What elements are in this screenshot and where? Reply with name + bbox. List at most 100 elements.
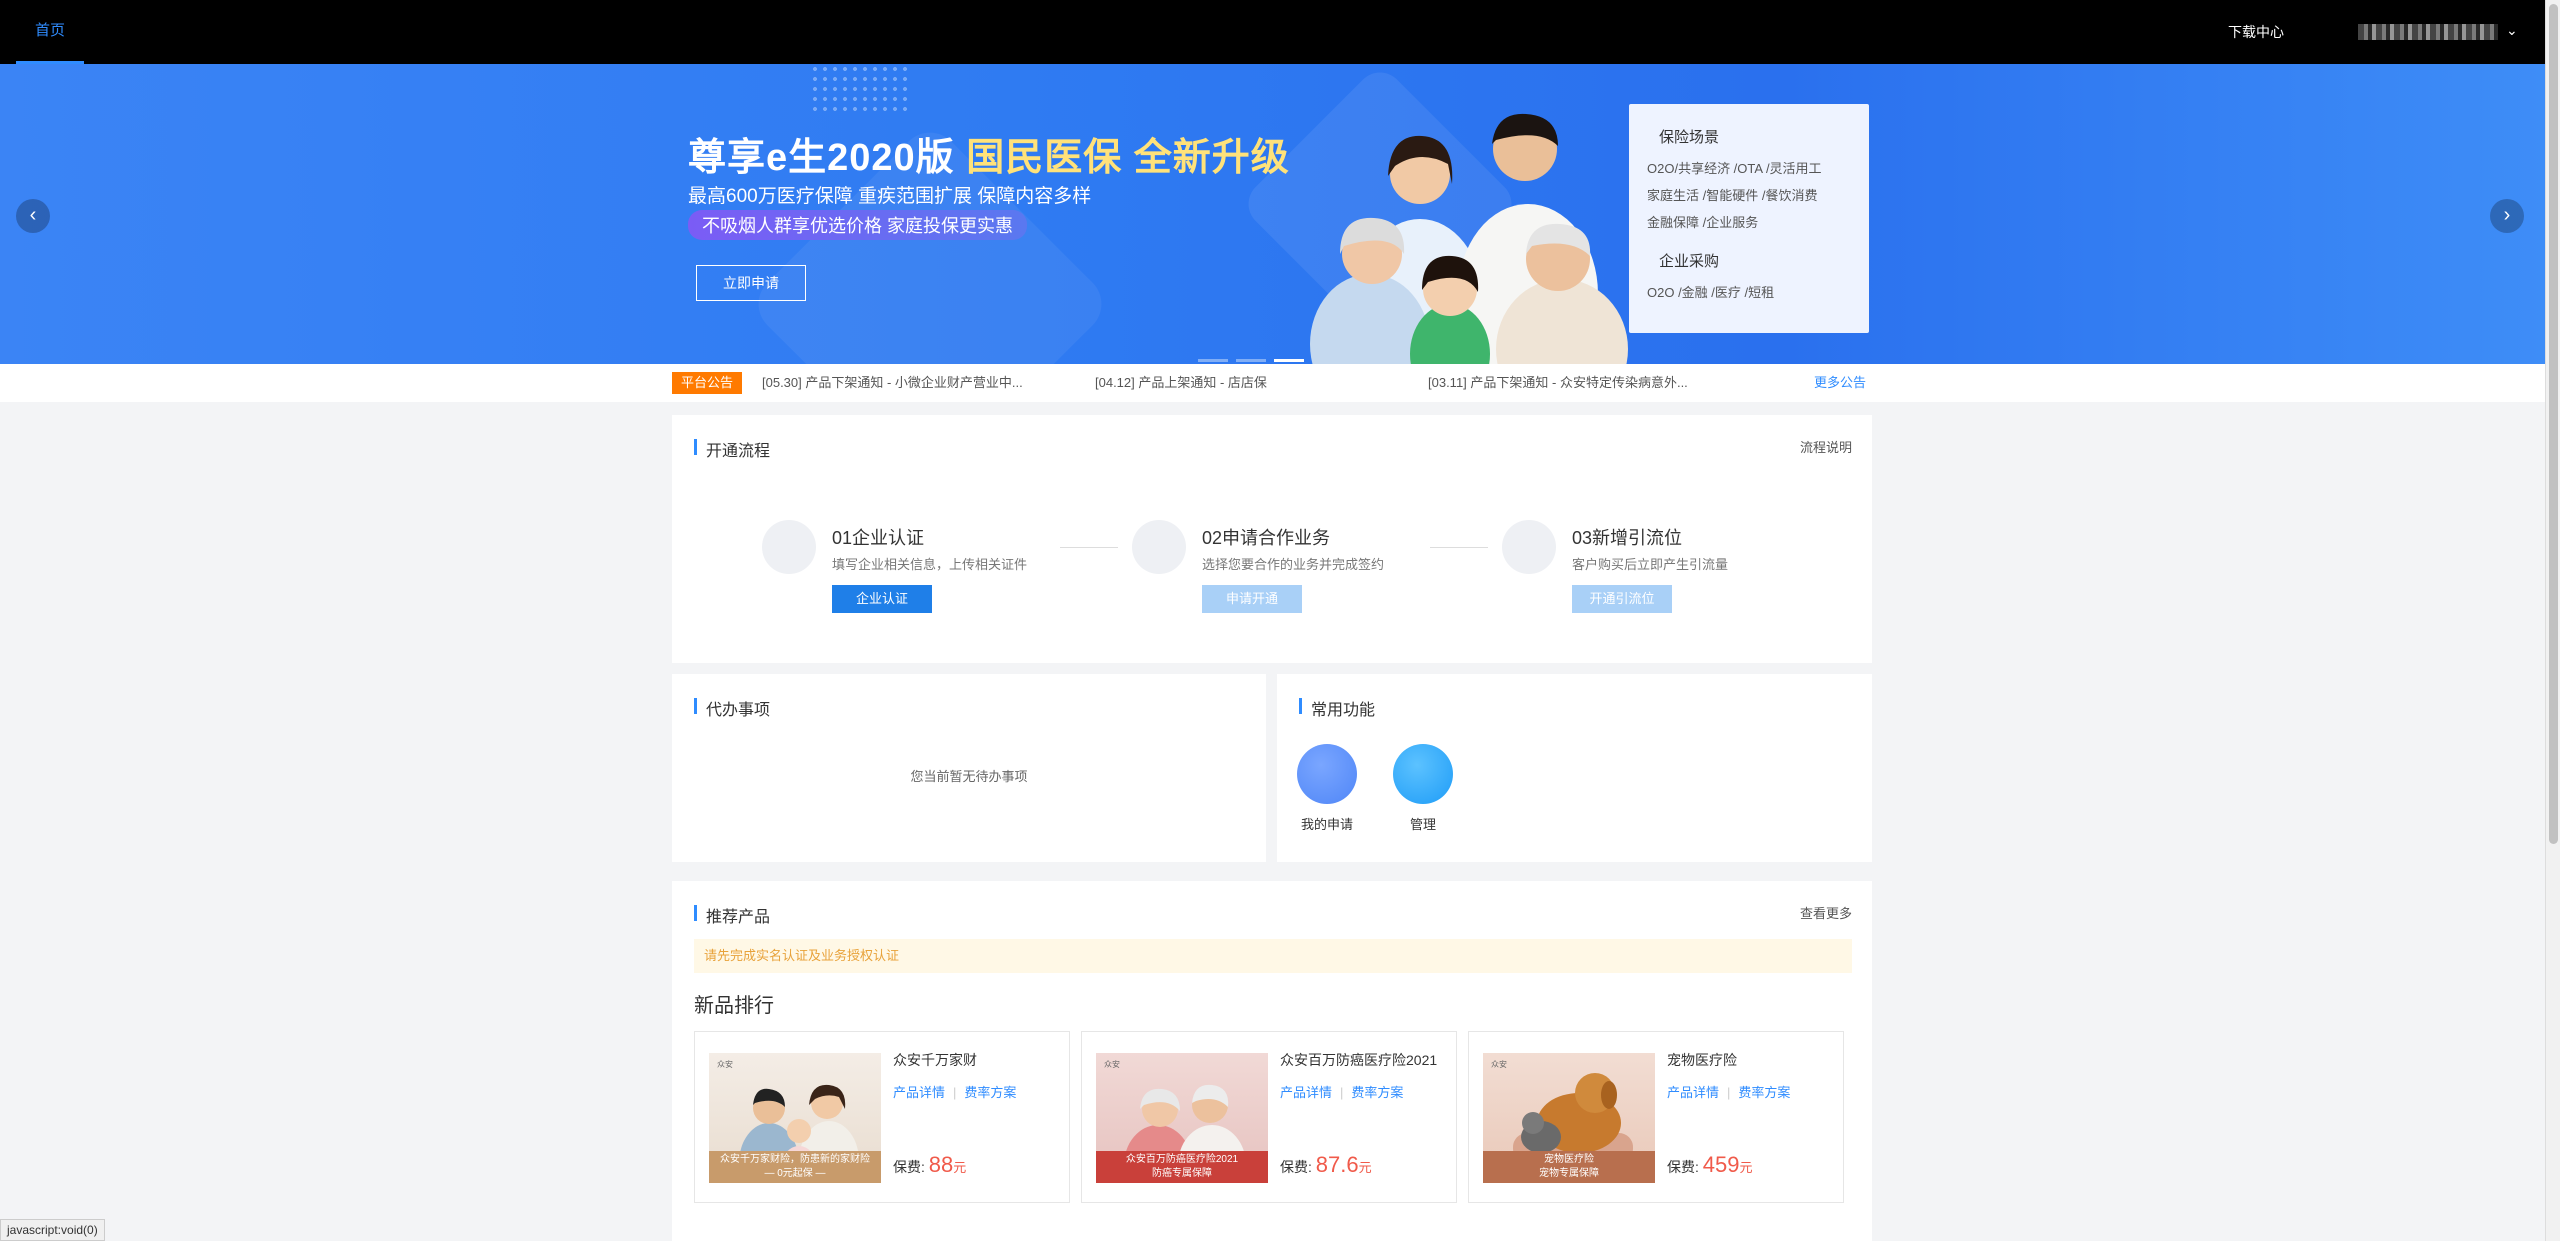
banner-pill: 不吸烟人群享优选价格 家庭投保更实惠 [688, 210, 1027, 240]
onboarding-process-card: 开通流程 流程说明 01企业认证 填写企业相关信息，上传相关证件 企业认证 02… [672, 415, 1872, 663]
nav-home-tab[interactable]: 首页 [16, 0, 84, 64]
shortcut-label: 我的申请 [1300, 817, 1353, 832]
scrollbar-thumb[interactable] [2549, 4, 2558, 844]
price-label: 保费: [893, 1159, 929, 1175]
company-verify-button[interactable]: 企业认证 [832, 585, 932, 613]
scene-line: O2O/共享经济 /OTA /灵活用工 [1647, 161, 1822, 176]
scene-heading-insurance: 保险场景 [1659, 129, 1720, 146]
product-caption: 众安百万防癌医疗险2021 防癌专属保障 [1096, 1151, 1268, 1183]
scene-line: 家庭生活 /智能硬件 /餐饮消费 [1647, 188, 1818, 203]
product-image[interactable]: 众安 众安千万家财险，防患新的家财险 — 0元起保 — [709, 1053, 881, 1183]
apply-now-button[interactable]: 立即申请 [696, 265, 806, 301]
rate-plan-link[interactable]: 费率方案 [1738, 1085, 1790, 1100]
common-functions-card: 常用功能 我的申请 管理 [1277, 674, 1872, 862]
promo-banner: 尊享e生2020版 国民医保 全新升级 最高600万医疗保障 重疾范围扩展 保障… [0, 64, 2545, 364]
product-card[interactable]: 众安 众安百万防癌医疗险2021 防癌专属保障 众安百万防癌医疗险2021 产品详… [1081, 1031, 1457, 1203]
new-ranking-title: 新品排行 [694, 995, 774, 1017]
user-name-blurred[interactable] [2358, 24, 2498, 40]
step-icon [1502, 520, 1556, 574]
product-caption: 宠物医疗险 宠物专属保障 [1483, 1151, 1655, 1183]
product-name[interactable]: 众安千万家财 [893, 1050, 977, 1070]
price-unit: 元 [953, 1160, 967, 1175]
announcement-item[interactable]: [04.12] 产品上架通知 - 店店保 [1095, 364, 1267, 402]
product-links: 产品详情 | 费率方案 [893, 1082, 1016, 1101]
applications-icon[interactable] [1297, 744, 1357, 804]
view-more-link[interactable]: 查看更多 [1800, 903, 1852, 922]
link-separator: | [1340, 1085, 1344, 1100]
banner-dot[interactable] [1236, 359, 1266, 362]
step-name: 03新增引流位 [1572, 528, 1683, 548]
product-price: 保费: 459元 [1667, 1152, 1753, 1178]
product-links: 产品详情 | 费率方案 [1280, 1082, 1403, 1101]
step-description: 填写企业相关信息，上传相关证件 [832, 557, 1028, 572]
announcement-tag: 平台公告 [672, 372, 742, 394]
rate-plan-link[interactable]: 费率方案 [964, 1085, 1016, 1100]
link-separator: | [1727, 1085, 1731, 1100]
recommended-products-card: 推荐产品 查看更多 请先完成实名认证及业务授权认证 新品排行 众安 众安千万家财… [672, 881, 1872, 1241]
banner-title-part: 尊享e生2020版 [688, 137, 967, 179]
banner-prev-arrow-icon[interactable]: ‹ [16, 199, 50, 233]
family-photo [1310, 113, 1628, 364]
scene-line: O2O /金融 /医疗 /短租 [1647, 285, 1775, 300]
product-image[interactable]: 众安 众安百万防癌医疗险2021 防癌专属保障 [1096, 1053, 1268, 1183]
scene-line: 金融保障 /企业服务 [1647, 215, 1759, 230]
product-detail-link[interactable]: 产品详情 [1280, 1085, 1332, 1100]
link-separator: | [953, 1085, 957, 1100]
card-title: 代办事项 [694, 696, 770, 720]
banner-title-highlight: 国民医保 全新升级 [966, 137, 1290, 179]
brand-logo: 众安 [1104, 1060, 1120, 1069]
announcement-item[interactable]: [05.30] 产品下架通知 - 小微企业财产营业中... [762, 364, 1023, 402]
process-step: 03新增引流位 客户购买后立即产生引流量 开通引流位 [1502, 520, 1822, 620]
todo-empty-text: 您当前暂无待办事项 [910, 769, 1028, 784]
apply-open-button[interactable]: 申请开通 [1202, 585, 1302, 613]
auth-warning-banner: 请先完成实名认证及业务授权认证 [694, 939, 1852, 973]
brand-logo: 众安 [1491, 1060, 1507, 1069]
step-icon [762, 520, 816, 574]
my-applications-shortcut[interactable]: 我的申请 [1287, 744, 1367, 833]
insurance-scene-card: 保险场景 O2O/共享经济 /OTA /灵活用工 家庭生活 /智能硬件 /餐饮消… [1629, 104, 1869, 333]
step-description: 客户购买后立即产生引流量 [1572, 557, 1729, 572]
manage-shortcut[interactable]: 管理 [1383, 744, 1463, 833]
product-price: 保费: 87.6元 [1280, 1152, 1372, 1178]
manage-icon[interactable] [1393, 744, 1453, 804]
more-announcements-link[interactable]: 更多公告 [1814, 364, 1866, 402]
step-divider [1060, 547, 1118, 548]
announcement-item[interactable]: [03.11] 产品下架通知 - 众安特定传染病意外... [1428, 364, 1688, 402]
banner-dot-active[interactable] [1274, 359, 1304, 362]
banner-next-arrow-icon[interactable]: › [2490, 199, 2524, 233]
product-links: 产品详情 | 费率方案 [1667, 1082, 1790, 1101]
product-image[interactable]: 众安 宠物医疗险 宠物专属保障 [1483, 1053, 1655, 1183]
product-caption: 众安千万家财险，防患新的家财险 — 0元起保 — [709, 1151, 881, 1183]
todo-card: 代办事项 您当前暂无待办事项 [672, 674, 1266, 862]
banner-dot-pattern [810, 64, 910, 114]
product-detail-link[interactable]: 产品详情 [1667, 1085, 1719, 1100]
rate-plan-link[interactable]: 费率方案 [1351, 1085, 1403, 1100]
product-name[interactable]: 众安百万防癌医疗险2021 [1280, 1050, 1437, 1070]
process-help-link[interactable]: 流程说明 [1800, 437, 1852, 456]
product-detail-link[interactable]: 产品详情 [893, 1085, 945, 1100]
price-label: 保费: [1667, 1159, 1703, 1175]
product-name[interactable]: 宠物医疗险 [1667, 1050, 1737, 1070]
price-value: 87.6 [1315, 1152, 1359, 1177]
banner-dot[interactable] [1198, 359, 1228, 362]
card-title: 推荐产品 [694, 903, 770, 927]
step-description: 选择您要合作的业务并完成签约 [1202, 557, 1385, 572]
brand-logo: 众安 [717, 1060, 733, 1069]
price-value: 459 [1702, 1152, 1740, 1177]
banner-subtitle: 最高600万医疗保障 重疾范围扩展 保障内容多样 [688, 186, 1092, 207]
process-step: 01企业认证 填写企业相关信息，上传相关证件 企业认证 [762, 520, 1082, 620]
card-title: 开通流程 [694, 437, 770, 461]
page-scrollbar[interactable] [2545, 0, 2560, 1241]
banner-pagination [1198, 349, 1312, 364]
top-navbar: 首页 下载中心 ⌄ [0, 0, 2545, 64]
price-label: 保费: [1280, 1159, 1316, 1175]
announcement-bar: 平台公告 [05.30] 产品下架通知 - 小微企业财产营业中... [04.1… [0, 364, 2545, 402]
download-center-link[interactable]: 下载中心 [2228, 0, 2284, 64]
step-name: 01企业认证 [832, 528, 925, 548]
product-card[interactable]: 众安 众安千万家财险，防患新的家财险 — 0元起保 — 众安千万家财 产品详情 | 费… [694, 1031, 1070, 1203]
chevron-down-icon[interactable]: ⌄ [2506, 22, 2518, 39]
card-title: 常用功能 [1299, 696, 1375, 720]
open-traffic-slot-button[interactable]: 开通引流位 [1572, 585, 1672, 613]
price-value: 88 [928, 1152, 954, 1177]
product-card[interactable]: 众安 宠物医疗险 宠物专属保障 宠物医疗险 产品详情 | 费率方案 保费: 459元 [1468, 1031, 1844, 1203]
